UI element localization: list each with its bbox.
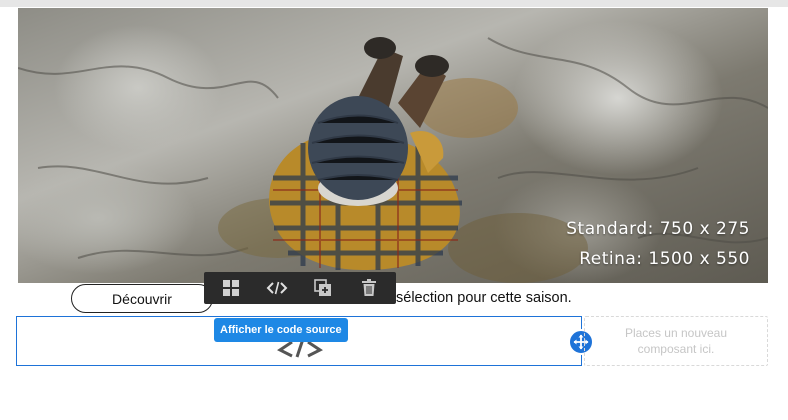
- new-component-dropzone[interactable]: Places un nouveau composant ici.: [584, 316, 768, 366]
- duplicate-button[interactable]: [307, 274, 339, 302]
- component-toolbar: [204, 272, 396, 304]
- view-source-tooltip: Afficher le code source: [214, 318, 348, 342]
- layout-button[interactable]: [215, 274, 247, 302]
- duplicate-icon: [314, 279, 331, 296]
- trash-icon: [362, 279, 376, 296]
- dropzone-label: Places un nouveau composant ici.: [624, 326, 728, 356]
- layout-icon: [223, 280, 239, 296]
- hero-photo-illustration: [18, 37, 768, 283]
- hero-image[interactable]: Standard: 750 x 275 Retina: 1500 x 550: [18, 8, 768, 283]
- top-strip: [0, 0, 788, 7]
- hero-caption-retina: Retina: 1500 x 550: [579, 249, 750, 269]
- delete-button[interactable]: [353, 274, 385, 302]
- view-source-button[interactable]: [261, 274, 293, 302]
- discover-button[interactable]: Découvrir: [71, 284, 213, 313]
- hero-caption-standard: Standard: 750 x 275: [566, 219, 750, 239]
- body-text: sélection pour cette saison.: [396, 290, 572, 306]
- code-icon: [266, 281, 288, 295]
